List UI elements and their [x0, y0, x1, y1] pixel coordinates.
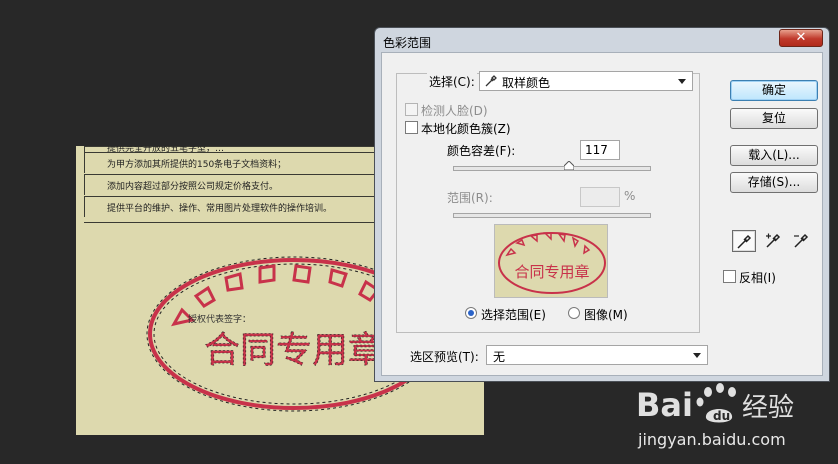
- eyedropper-plus-icon: [766, 233, 781, 248]
- detect-faces-label: 检测人脸(D): [421, 104, 488, 118]
- view-selection-radio[interactable]: [465, 307, 477, 319]
- eyedropper-add-button[interactable]: [762, 230, 786, 252]
- localized-clusters-checkbox[interactable]: [405, 121, 418, 134]
- eyedropper-tool-button[interactable]: [732, 230, 756, 252]
- preview-seal-stamp: 合同专用章: [498, 232, 606, 294]
- baidu-jingyan-watermark: Bai du 经验 jingyan.baidu.com: [630, 378, 835, 458]
- dialog-title: 色彩范围: [383, 36, 432, 50]
- dialog-body: 选择(C): 取样颜色 检测人脸(D) 本地化颜色簇(Z) 颜色容差(F): 1…: [381, 52, 823, 376]
- fuzziness-input[interactable]: 117: [580, 140, 620, 160]
- close-button[interactable]: ✕: [779, 29, 823, 47]
- view-image-radio[interactable]: [568, 307, 580, 319]
- fuzziness-label: 颜色容差(F):: [447, 144, 516, 158]
- view-image-label: 图像(M): [584, 308, 628, 322]
- localized-clusters-label: 本地化颜色簇(Z): [421, 122, 511, 136]
- eyedropper-icon: [737, 234, 752, 249]
- reset-button[interactable]: 复位: [730, 108, 818, 129]
- fuzziness-slider-thumb[interactable]: [563, 161, 574, 170]
- signature-label: 授权代表签字：: [188, 315, 252, 325]
- fuzziness-slider-track[interactable]: [453, 166, 651, 171]
- select-dropdown[interactable]: 取样颜色: [479, 71, 693, 91]
- select-value: 取样颜色: [502, 76, 551, 90]
- table-cell: 添加内容超过部分按照公司规定价格支付。: [107, 182, 279, 192]
- close-icon: ✕: [795, 30, 807, 45]
- preview-stamp-text: 合同专用章: [514, 263, 589, 281]
- svg-text:经验: 经验: [742, 393, 794, 423]
- select-label: 选择(C):: [427, 73, 477, 90]
- stamp-text: 合同专用章: [204, 330, 384, 371]
- load-button[interactable]: 载入(L)...: [730, 145, 818, 166]
- eyedropper-minus-icon: [794, 233, 809, 248]
- selection-preview-label: 选区预览(T):: [410, 350, 479, 364]
- range-slider-track[interactable]: [453, 213, 651, 218]
- ok-button[interactable]: 确定: [730, 80, 818, 101]
- selection-preview-value: 无: [493, 350, 506, 364]
- invert-checkbox[interactable]: [723, 270, 736, 283]
- options-group: 选择(C): 取样颜色 检测人脸(D) 本地化颜色簇(Z) 颜色容差(F): 1…: [396, 71, 700, 333]
- selection-preview-image: 合同专用章: [494, 224, 608, 298]
- selection-preview-dropdown[interactable]: 无: [486, 345, 708, 365]
- save-button[interactable]: 存储(S)...: [730, 172, 818, 193]
- table-cell: 为甲方添加其所提供的150条电子文档资料；: [107, 160, 287, 170]
- watermark-url: jingyan.baidu.com: [638, 430, 786, 449]
- chevron-down-icon: [693, 353, 701, 358]
- table-cell: 提供平台的维护、操作、常用图片处理软件的操作培训。: [107, 204, 333, 214]
- detect-faces-checkbox[interactable]: [405, 103, 418, 116]
- svg-text:Bai: Bai: [636, 386, 693, 424]
- range-unit: %: [624, 189, 636, 203]
- baidu-logo-icon: Bai du 经验: [636, 383, 794, 424]
- chevron-down-icon: [678, 79, 686, 84]
- eyedropper-subtract-button[interactable]: [790, 230, 814, 252]
- svg-text:du: du: [713, 409, 730, 423]
- color-range-dialog: 色彩范围 ✕ 选择(C): 取样颜色 检测人脸(D) 本地化颜色簇(Z) 颜色容…: [374, 27, 830, 382]
- range-input[interactable]: [580, 187, 620, 207]
- view-selection-label: 选择范围(E): [481, 308, 546, 322]
- range-label: 范围(R):: [447, 191, 493, 205]
- invert-label: 反相(I): [739, 271, 776, 285]
- dialog-titlebar[interactable]: 色彩范围 ✕: [375, 28, 829, 52]
- eyedropper-icon: [485, 75, 497, 87]
